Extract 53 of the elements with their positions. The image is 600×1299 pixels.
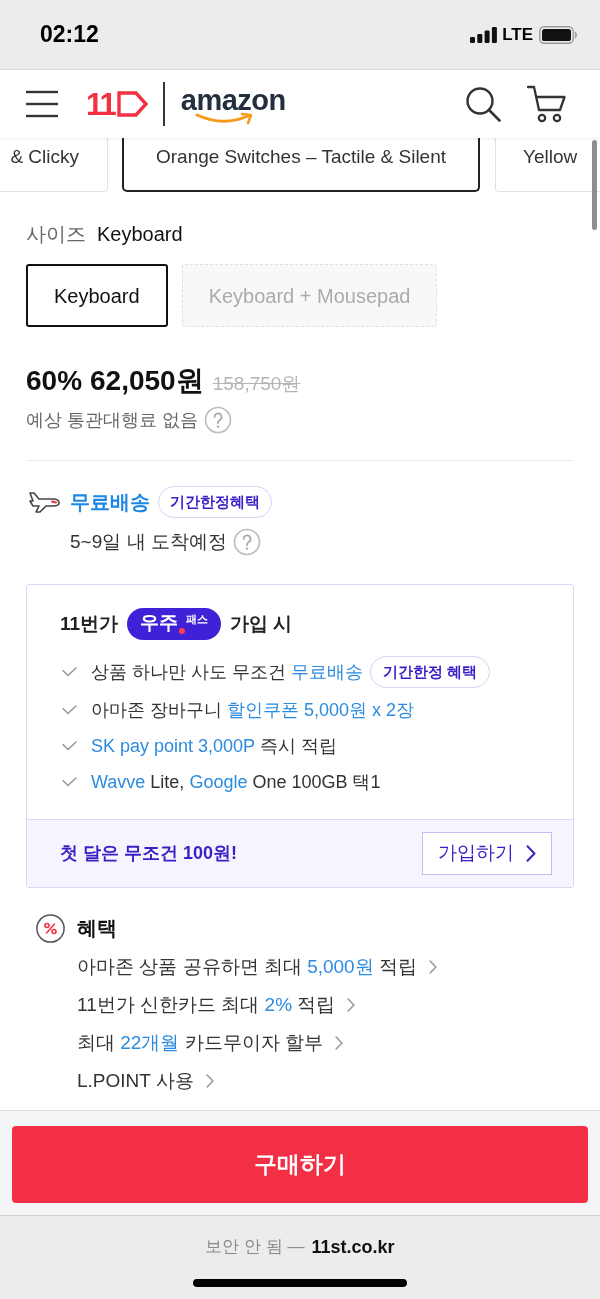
delivery-estimate: 5~9일 내 도착예정 <box>70 529 227 554</box>
smile-arrow-icon <box>194 112 255 125</box>
benefit-link[interactable]: 아마존 상품 공유하면 최대 5,000원 적립 <box>77 948 437 986</box>
dot-icon <box>179 628 186 634</box>
benefit-text: 상품 하나만 사도 무조건 무료배송 <box>91 660 363 684</box>
size-value: Keyboard <box>97 222 183 247</box>
benefits-title: 혜택 <box>77 916 117 941</box>
chevron-right-icon <box>347 998 356 1012</box>
chevron-right-icon <box>205 1074 214 1088</box>
search-icon[interactable] <box>465 86 501 122</box>
logo-main-text: 우주 <box>140 611 179 635</box>
logo-text[interactable]: 11 <box>86 88 115 120</box>
security-status: 보안 안 됨 — <box>205 1236 305 1259</box>
benefit-text: Wavve Lite, Google One 100GB 택1 <box>91 770 381 794</box>
network-type: LTE <box>502 26 533 43</box>
original-price: 158,750원 <box>212 372 301 396</box>
size-option[interactable]: Keyboard <box>26 264 168 327</box>
logo-sub-text: 패스 <box>186 612 209 626</box>
chevron-right-icon <box>335 1036 343 1050</box>
check-icon <box>62 705 77 715</box>
check-icon <box>62 667 77 677</box>
time: 02:12 <box>40 23 99 46</box>
sale-price: 62,050원 <box>90 364 204 398</box>
cart-icon[interactable] <box>527 85 566 123</box>
airplane-icon <box>28 491 60 513</box>
domain-text[interactable]: 11st.co.kr <box>311 1233 395 1261</box>
size-label: 사이즈 <box>26 222 86 247</box>
promo-text: 첫 달은 무조건 100원! <box>60 842 238 865</box>
benefit-link[interactable]: 최대 22개월 카드무이자 할부 <box>77 1024 343 1062</box>
tag-outline-icon <box>116 91 148 117</box>
shipping-title: 무료배송 <box>70 490 150 515</box>
benefit-text: 아마존 장바구니 할인쿠폰 5,000원 x 2장 <box>91 698 415 722</box>
signal-icon <box>470 26 498 43</box>
check-icon <box>62 777 77 787</box>
chevron-right-icon <box>526 845 536 862</box>
join-button[interactable]: 가입하기 <box>422 832 552 875</box>
option-chip[interactable]: & Clicky <box>0 138 108 192</box>
benefit-link[interactable]: L.POINT 사용 <box>77 1062 214 1100</box>
menu-icon[interactable] <box>26 90 58 118</box>
discount-rate: 60% <box>26 364 83 398</box>
percent-icon <box>36 913 65 943</box>
partner-wordmark: amazon <box>180 83 286 118</box>
option-chip[interactable]: Yellow <box>495 138 600 192</box>
benefit-text: SK pay point 3,000P 즉시 적립 <box>91 734 337 758</box>
benefit-link[interactable]: 11번가 신한카드 최대 2% 적립 <box>77 986 356 1024</box>
chevron-right-icon <box>428 960 437 974</box>
option-chip[interactable]: Orange Switches – Tactile & Silent <box>122 138 480 192</box>
check-icon <box>62 741 77 751</box>
membership-suffix: 가입 시 <box>230 611 293 636</box>
membership-prefix: 11번가 <box>60 611 119 636</box>
battery-icon <box>539 25 578 44</box>
buy-button[interactable]: 구매하기 <box>12 1126 588 1203</box>
customs-note: 예상 통관대행료 없음 <box>26 408 198 432</box>
